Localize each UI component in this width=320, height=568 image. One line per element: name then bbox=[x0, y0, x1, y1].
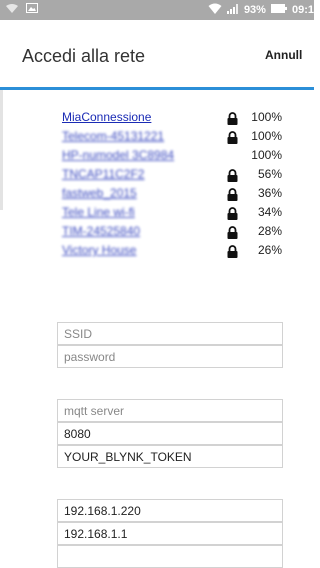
network-name-link[interactable]: fastweb_2015 bbox=[62, 186, 137, 200]
cancel-button[interactable]: Annull bbox=[265, 48, 302, 62]
lock-icon bbox=[227, 226, 239, 239]
status-bar: 93% 09:1 bbox=[0, 0, 314, 20]
network-item[interactable]: Telecom-45131221 100% bbox=[62, 128, 282, 147]
lock-icon bbox=[227, 245, 239, 258]
network-name-link[interactable]: Telecom-45131221 bbox=[62, 129, 164, 143]
lock-icon bbox=[227, 131, 239, 144]
network-item[interactable]: HP-numodel 3C8984 100% bbox=[62, 147, 282, 166]
network-name-link[interactable]: TNCAP11C2F2 bbox=[62, 167, 144, 181]
clock: 09:1 bbox=[291, 4, 314, 16]
network-item[interactable]: TIM-24525840 28% bbox=[62, 223, 282, 242]
blynk-token-input[interactable]: YOUR_BLYNK_TOKEN bbox=[57, 445, 283, 468]
cell-signal-icon bbox=[226, 3, 239, 17]
signal-strength: 36% bbox=[257, 186, 282, 200]
lock-icon bbox=[227, 112, 239, 125]
network-name-link[interactable]: Tele Line wi-fi bbox=[62, 205, 135, 219]
signal-strength: 100% bbox=[251, 148, 282, 162]
signal-strength: 26% bbox=[257, 243, 282, 257]
lock-icon bbox=[227, 169, 239, 182]
network-item[interactable]: Tele Line wi-fi 34% bbox=[62, 204, 282, 223]
network-name-link[interactable]: HP-numodel 3C8984 bbox=[62, 148, 174, 162]
network-item[interactable]: Victory House 26% bbox=[62, 242, 282, 261]
lock-icon bbox=[227, 188, 239, 201]
lock-icon bbox=[227, 207, 239, 220]
gateway-input[interactable]: 192.168.1.1 bbox=[57, 522, 283, 545]
network-item[interactable]: fastweb_2015 36% bbox=[62, 185, 282, 204]
mqtt-server-input[interactable]: mqtt server bbox=[57, 399, 283, 422]
network-list: MiaConnessione 100% Telecom-45131221 100% HP… bbox=[62, 109, 282, 261]
signal-strength: 100% bbox=[251, 110, 282, 124]
network-item[interactable]: TNCAP11C2F2 56% bbox=[62, 166, 282, 185]
dialog-header: Accedi alla rete Annull bbox=[0, 20, 314, 90]
image-notification-icon bbox=[26, 3, 38, 16]
wifi-icon bbox=[6, 3, 18, 16]
subnet-input[interactable] bbox=[57, 545, 283, 568]
network-name-link[interactable]: Victory House bbox=[62, 243, 136, 257]
password-input[interactable]: password bbox=[57, 345, 283, 368]
battery-percent: 93% bbox=[243, 4, 266, 16]
ssid-input[interactable]: SSID bbox=[57, 322, 283, 345]
signal-strength: 34% bbox=[257, 205, 282, 219]
static-ip-input[interactable]: 192.168.1.220 bbox=[57, 499, 283, 522]
network-item[interactable]: MiaConnessione 100% bbox=[62, 109, 282, 128]
network-name-link[interactable]: TIM-24525840 bbox=[62, 224, 140, 238]
page-title: Accedi alla rete bbox=[22, 46, 146, 66]
mqtt-port-input[interactable]: 8080 bbox=[57, 422, 283, 445]
wifi-signal-icon bbox=[208, 3, 222, 17]
signal-strength: 28% bbox=[257, 224, 282, 238]
network-name-link[interactable]: MiaConnessione bbox=[62, 110, 151, 124]
signal-strength: 100% bbox=[251, 129, 282, 143]
signal-strength: 56% bbox=[257, 167, 282, 181]
battery-icon bbox=[270, 4, 287, 16]
